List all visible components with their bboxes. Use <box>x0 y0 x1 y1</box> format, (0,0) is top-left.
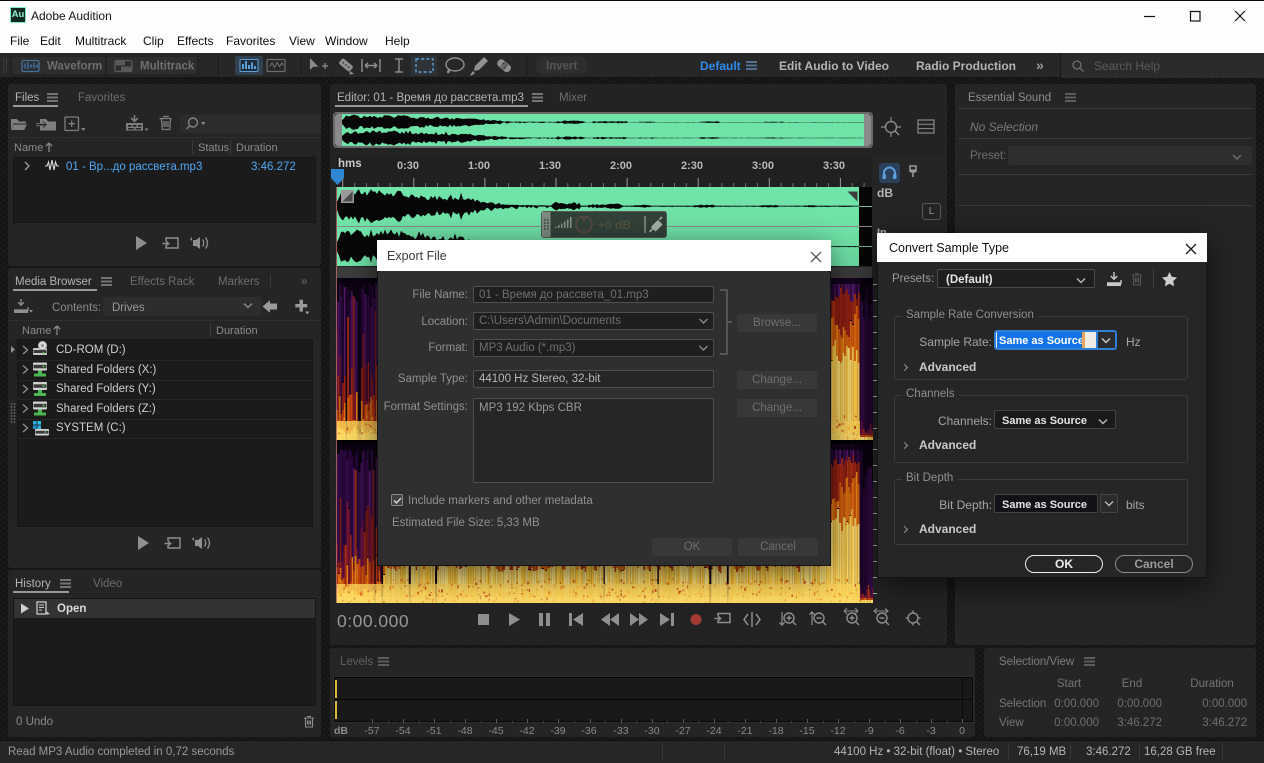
svg-text:Invert: Invert <box>546 61 577 73</box>
svg-text:+0 dB: +0 dB <box>598 218 631 232</box>
svg-text:Multitrack: Multitrack <box>140 61 195 73</box>
svg-text:Waveform: Waveform <box>47 61 102 73</box>
